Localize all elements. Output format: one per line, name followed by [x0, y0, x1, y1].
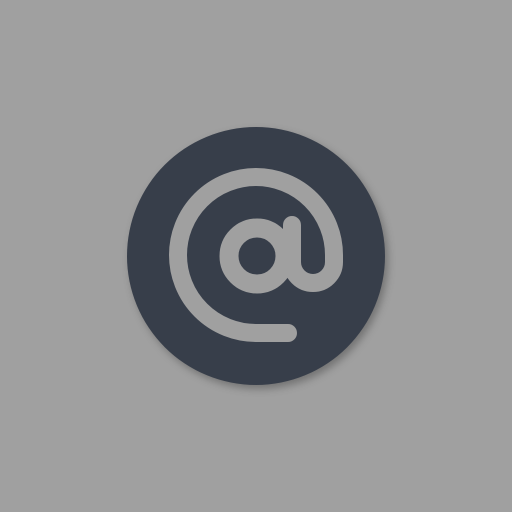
icon-canvas [0, 0, 512, 512]
at-sign-icon [127, 127, 385, 385]
icon-disc [127, 127, 385, 385]
